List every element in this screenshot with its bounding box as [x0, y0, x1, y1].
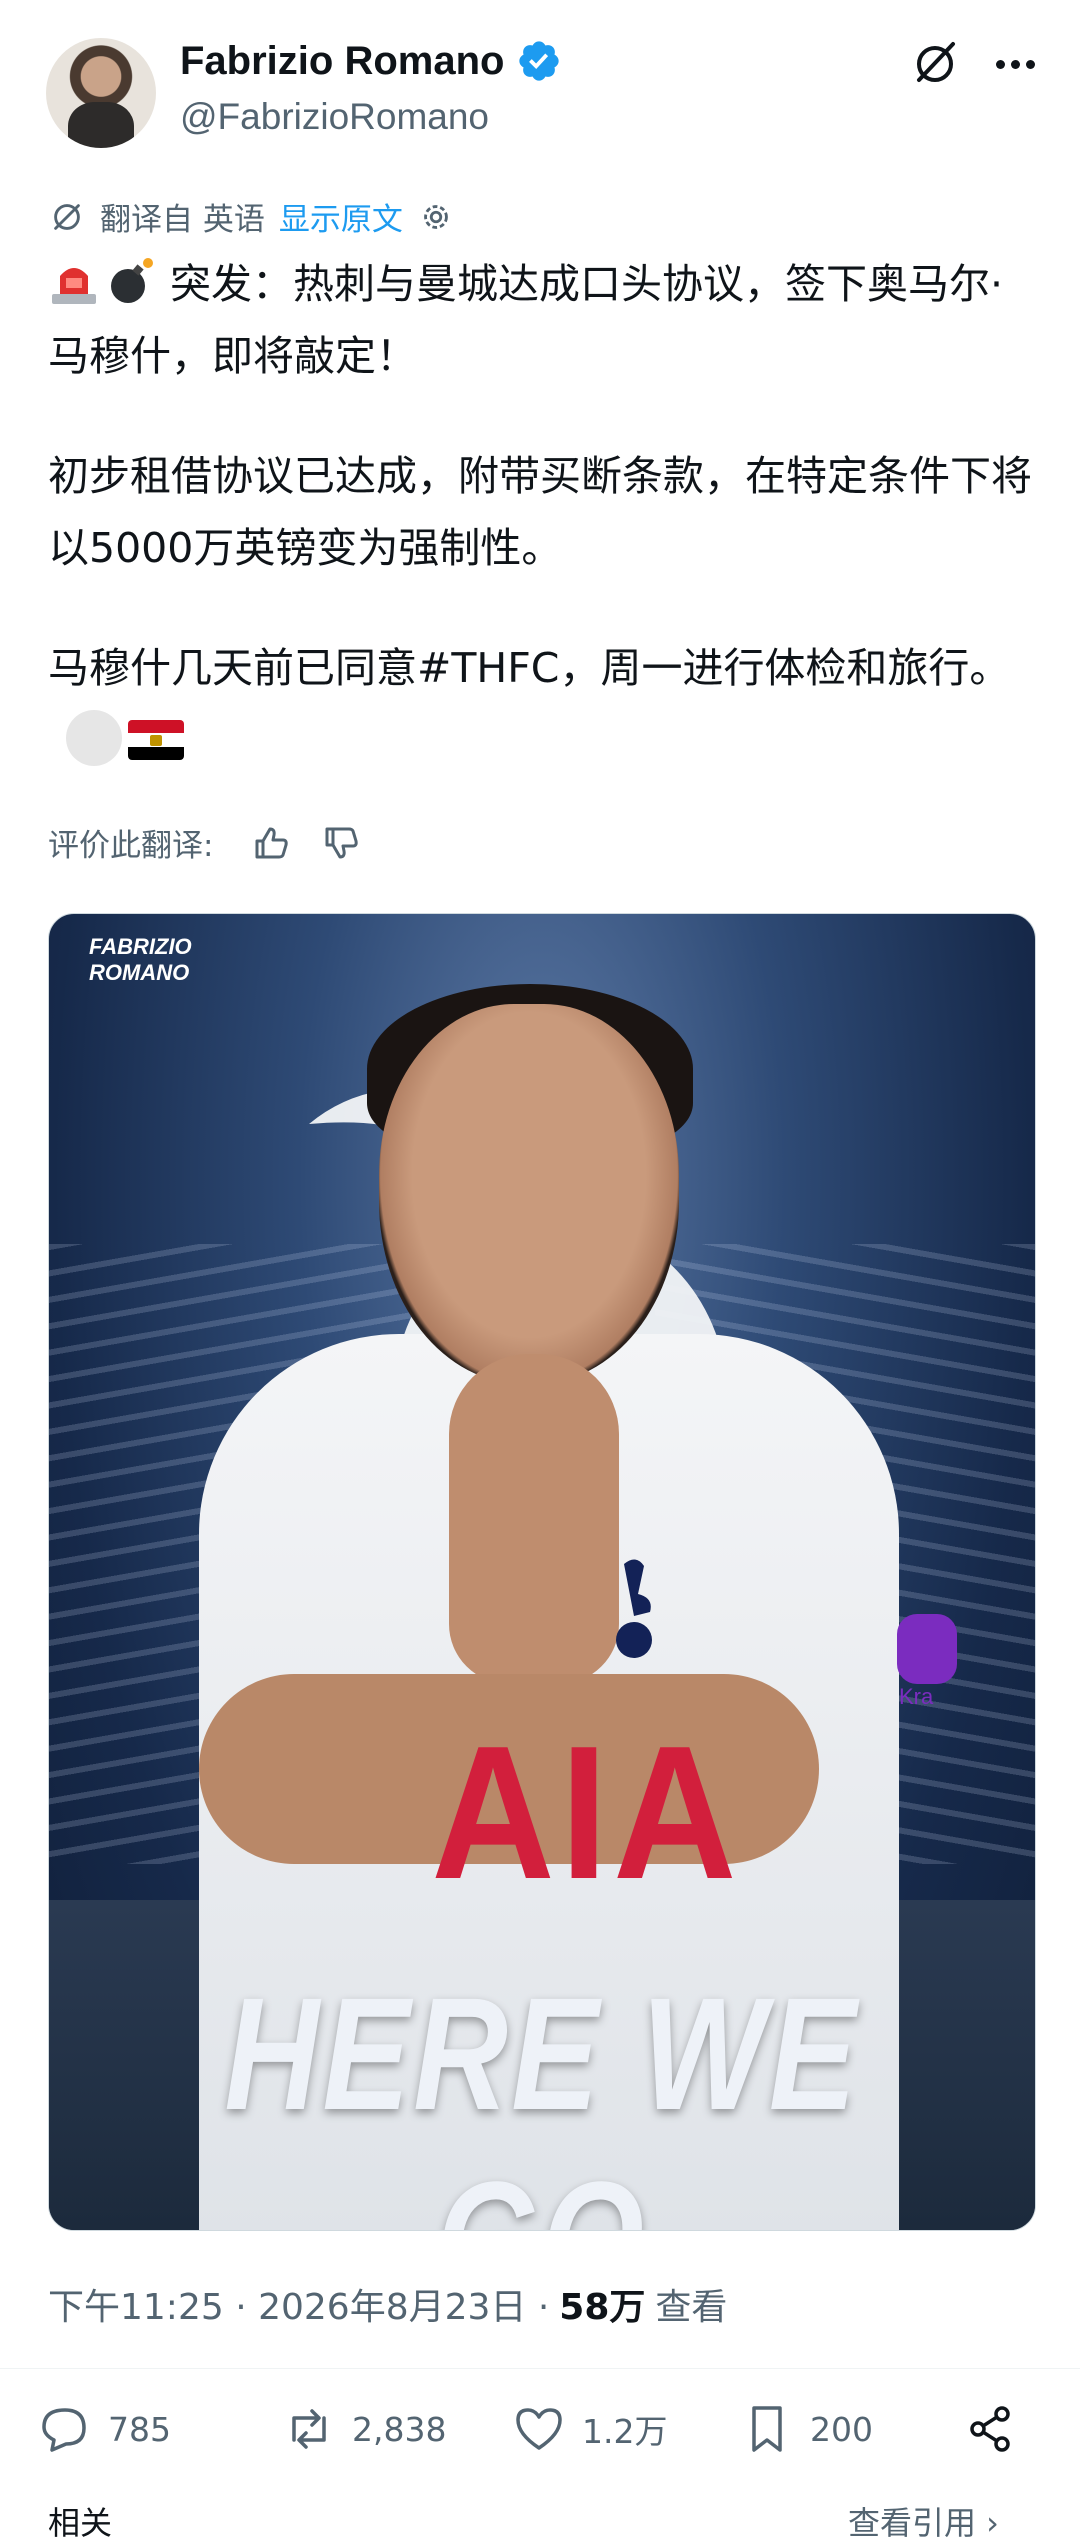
- tweet-paragraph-2: 初步租借协议已达成，附带买断条款，在特定条件下将以5000万英镑变为强制性。: [48, 452, 1032, 572]
- tweet-line-3: 马穆什几天前已同意#THFC，周一进行体检和旅行。: [48, 644, 1011, 692]
- kit-sponsor-text: Kra: [899, 1684, 934, 1709]
- tweet-paragraph-3: 马穆什几天前已同意#THFC，周一进行体检和旅行。: [48, 632, 1038, 776]
- tweet-media-image[interactable]: AIA Kra FABRIZIOROMANO HERE WE GO: [48, 913, 1036, 2231]
- reply-count: 785: [108, 2409, 171, 2449]
- repost-icon: [292, 2409, 326, 2449]
- translation-bar: 翻译自 英语 显示原文: [48, 194, 455, 239]
- author-name[interactable]: Fabrizio Romano: [180, 39, 504, 84]
- kit-sponsor-logo: Kra: [897, 1614, 957, 1709]
- tweet-timestamp[interactable]: 下午11:25 · 2026年8月23日 ·: [48, 2278, 549, 2330]
- action-bar: 785 2,838 1.2万 200: [0, 2400, 1080, 2490]
- author-name-row: Fabrizio Romano: [180, 38, 562, 84]
- spurs-crest-icon: [616, 1559, 652, 1658]
- placeholder-emoji: [66, 710, 122, 766]
- avatar[interactable]: [46, 38, 156, 148]
- tweet-body: 突发：热刺与曼城达成口头协议，签下奥马尔·马穆什，即将敲定！ 初步租借协议已达成…: [48, 248, 1038, 776]
- bomb-emoji: [111, 258, 153, 303]
- verified-badge-icon: [519, 41, 560, 81]
- shirt-sponsor-text: AIA: [431, 1707, 742, 1919]
- reply-icon: [42, 2408, 86, 2452]
- like-count: 1.2万: [582, 2412, 668, 2451]
- bookmark-icon: [752, 2406, 782, 2452]
- tweet-meta: 下午11:25 · 2026年8月23日 · 58万 查看: [48, 2278, 727, 2330]
- egypt-flag-emoji: [128, 720, 184, 760]
- rate-translation-row: 评价此翻译:: [48, 820, 363, 865]
- share-icon: [970, 2406, 1010, 2452]
- heart-icon: [516, 2408, 562, 2450]
- translate-icon: [54, 203, 80, 230]
- author-handle[interactable]: @FabrizioRomano: [180, 96, 489, 138]
- player-hand: [449, 1354, 619, 1684]
- thumbs-up-icon[interactable]: [249, 821, 293, 865]
- bookmark-button[interactable]: 200: [738, 2400, 873, 2458]
- views-count: 58万: [559, 2287, 646, 2328]
- settings-gear-icon[interactable]: [417, 198, 455, 236]
- bookmark-count: 200: [810, 2409, 873, 2449]
- grok-icon[interactable]: [905, 34, 965, 94]
- reply-button[interactable]: 785: [36, 2400, 171, 2458]
- divider: [0, 2368, 1080, 2369]
- translated-from-label: 翻译自 英语: [100, 202, 265, 238]
- repost-button[interactable]: 2,838: [280, 2400, 446, 2458]
- like-button[interactable]: 1.2万: [510, 2400, 667, 2458]
- here-we-go-headline: HERE WE GO: [224, 1964, 860, 2230]
- share-button[interactable]: [962, 2400, 1020, 2458]
- siren-emoji: [52, 268, 96, 304]
- views-label: 查看: [655, 2287, 728, 2328]
- more-icon[interactable]: [985, 34, 1045, 94]
- repost-count: 2,838: [352, 2409, 447, 2449]
- thumbs-down-icon[interactable]: [319, 821, 363, 865]
- related-section-label: 相关: [48, 2504, 113, 2542]
- rate-translation-label: 评价此翻译:: [48, 828, 214, 864]
- tweet-header: Fabrizio Romano @FabrizioRomano: [0, 0, 1080, 160]
- tweet-line-1: 突发：热刺与曼城达成口头协议，签下奥马尔·马穆什，即将敲定！: [48, 260, 1004, 380]
- fabrizio-romano-brand: FABRIZIO ROMANO: [89, 934, 192, 985]
- view-quotes-link[interactable]: 查看引用 ›: [848, 2498, 999, 2544]
- player-face: [379, 1004, 679, 1384]
- tweet-paragraph-1: 突发：热刺与曼城达成口头协议，签下奥马尔·马穆什，即将敲定！: [48, 248, 1038, 392]
- show-original-link[interactable]: 显示原文: [279, 194, 403, 239]
